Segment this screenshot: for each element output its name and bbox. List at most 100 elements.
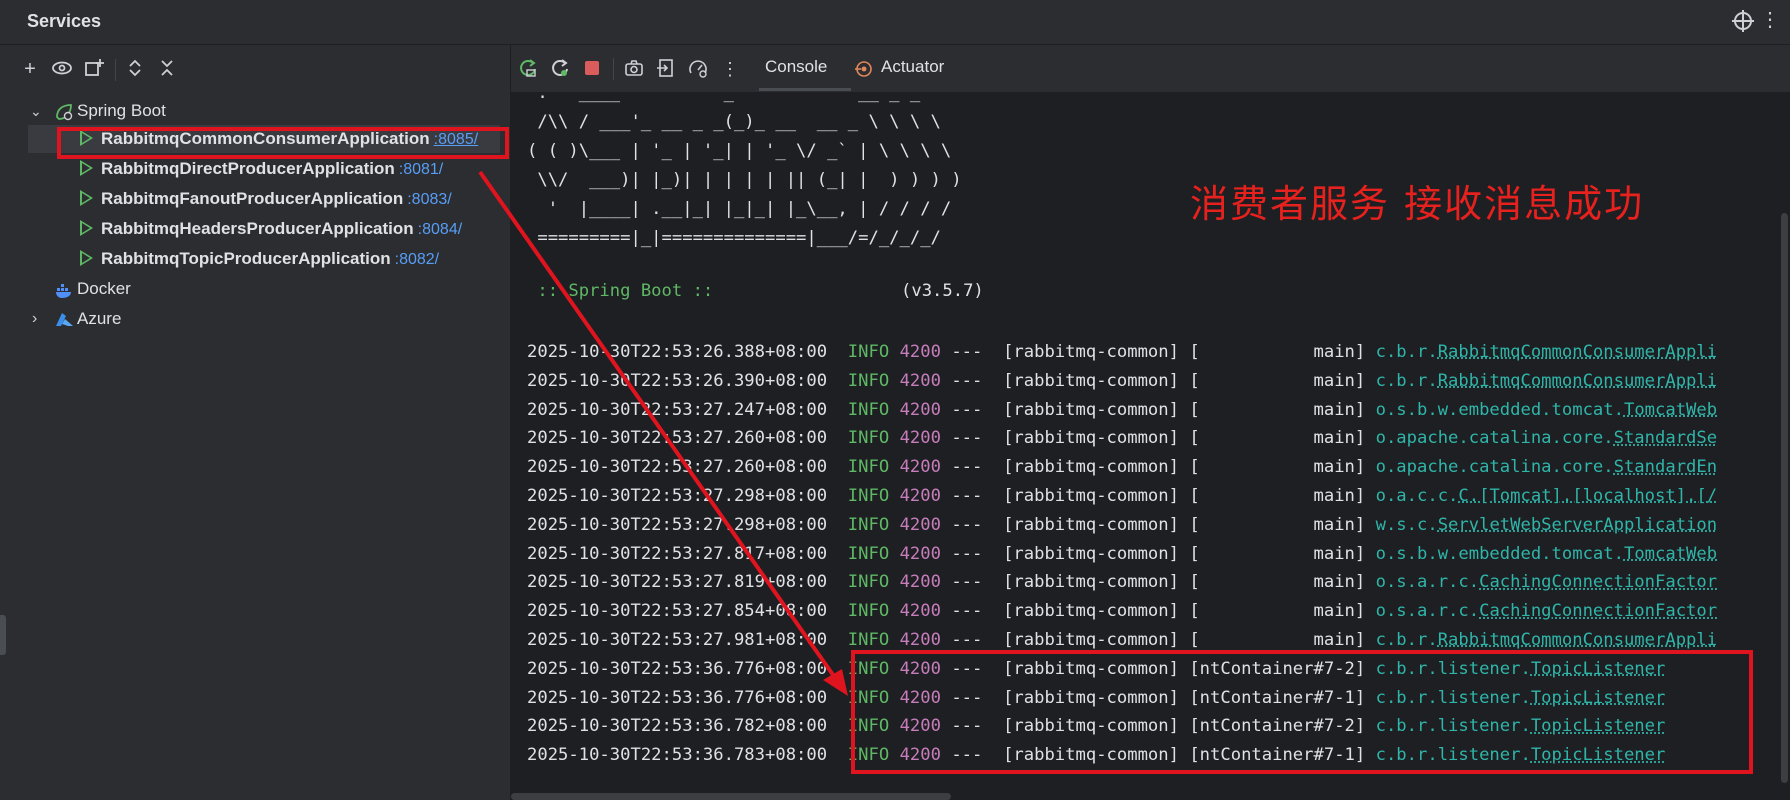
restart-icon[interactable] [549,58,571,80]
tab-actuator[interactable]: Actuator [881,57,944,77]
tab-console[interactable]: Console [765,57,827,77]
tree-node-docker[interactable]: Docker [30,275,500,303]
crosshair-icon[interactable] [1732,10,1754,32]
log-thread: --- [rabbitmq-common] [ main] [951,457,1366,478]
tree-node-app[interactable]: RabbitmqCommonConsumerApplication:8085/ [28,125,500,153]
log-logger: w.s.c.ServletWebServerApplication [1376,515,1717,535]
banner-line: /\\ / ___'_ __ _ _(_)_ __ __ _ \ \ \ \ [527,112,941,132]
logger-class-link[interactable]: StandardEn [1614,457,1717,477]
logger-class-link[interactable]: CachingConnectionFactor [1479,572,1717,592]
logger-class-link[interactable]: TomcatWeb [1624,544,1717,564]
log-level: INFO [847,543,890,564]
plus-icon[interactable]: + [18,57,42,81]
logger-class-link[interactable]: CachingConnectionFactor [1479,601,1717,621]
chevron-down-icon[interactable]: ⌄ [30,97,42,125]
logger-class-link[interactable]: RabbitmqCommonConsumerAppli [1438,342,1717,362]
tree-node-azure[interactable]: › Azure [30,305,500,333]
tree-node-app[interactable]: RabbitmqTopicProducerApplication:8082/ [28,245,500,273]
logger-class-link[interactable]: RabbitmqCommonConsumerAppli [1438,630,1717,650]
camera-icon[interactable] [623,58,645,80]
log-timestamp: 2025-10-30T22:53:27.247+08:00 [527,399,828,420]
app-name: RabbitmqFanoutProducerApplication [101,189,404,208]
log-thread: --- [rabbitmq-common] [ntContainer#7-1] [951,687,1366,708]
vertical-scrollbar[interactable] [1778,93,1790,783]
tree-node-spring-boot[interactable]: ⌄ Spring Boot [30,97,500,125]
log-line: 2025-10-30T22:53:26.388+08:00 INFO 4200 … [527,338,1717,366]
log-logger: o.s.a.r.c.CachingConnectionFactor [1376,601,1717,621]
log-pid: 4200 [899,428,941,449]
log-thread: --- [rabbitmq-common] [ main] [951,370,1366,391]
tree-node-app[interactable]: RabbitmqDirectProducerApplication:8081/ [28,155,500,183]
log-level: INFO [847,342,890,362]
log-level: INFO [847,716,890,737]
side-handle[interactable] [0,615,6,655]
tree-node-app[interactable]: RabbitmqHeadersProducerApplication:8084/ [28,215,500,243]
log-timestamp: 2025-10-30T22:53:36.782+08:00 [527,716,828,737]
tree-node-app[interactable]: RabbitmqFanoutProducerApplication:8083/ [28,185,500,213]
logger-class-link[interactable]: StandardSe [1614,428,1717,448]
logger-class-link[interactable]: C.[Tomcat].[localhost].[/ [1458,486,1717,506]
gauge-icon[interactable] [687,58,709,80]
logger-class-link[interactable]: TopicListener [1531,688,1666,708]
log-timestamp: 2025-10-30T22:53:36.776+08:00 [527,658,828,679]
log-timestamp: 2025-10-30T22:53:36.776+08:00 [527,687,828,708]
port-link[interactable]: :8083/ [407,191,451,208]
port-link[interactable]: :8081/ [399,161,443,178]
log-logger: c.b.r.RabbitmqCommonConsumerAppli [1376,371,1717,391]
tree-label-spring-boot: Spring Boot [77,101,166,120]
logger-class-link[interactable]: RabbitmqCommonConsumerAppli [1438,371,1717,391]
log-logger: o.s.b.w.embedded.tomcat.TomcatWeb [1376,544,1718,564]
logger-class-link[interactable]: TopicListener [1531,659,1666,679]
azure-icon [54,310,74,339]
boot-version: (v3.5.7) [901,281,984,301]
chevron-right-icon[interactable]: › [32,305,37,333]
more-options-icon[interactable]: ⋮ [1760,10,1780,30]
collapse-all-icon[interactable] [155,57,179,81]
log-timestamp: 2025-10-30T22:53:27.819+08:00 [527,572,828,593]
log-pid: 4200 [899,486,941,506]
port-link[interactable]: :8085/ [434,131,478,148]
services-tree-panel: + ⌄ Spring Boot RabbitmqCommonConsumerAp… [0,45,511,800]
log-logger: c.b.r.listener.TopicListener [1376,688,1666,708]
logger-package: c.b.r. [1375,630,1438,650]
vertical-scroll-thumb[interactable] [1781,213,1788,783]
log-level: INFO [847,370,890,391]
log-thread: --- [rabbitmq-common] [ main] [951,486,1366,506]
services-toolbar: + [0,45,510,92]
log-level: INFO [847,745,890,766]
logger-class-link[interactable]: TopicListener [1531,745,1666,765]
log-line: 2025-10-30T22:53:36.782+08:00 INFO 4200 … [527,712,1665,740]
log-pid: 4200 [899,687,941,708]
logger-class-link[interactable]: TomcatWeb [1624,400,1717,420]
log-timestamp: 2025-10-30T22:53:27.981+08:00 [527,630,828,650]
port-link[interactable]: :8082/ [395,251,439,268]
banner-line: \\/ ___)| |_)| | | | | || (_| | ) ) ) ) [527,170,962,190]
rerun-icon[interactable] [517,58,539,80]
log-level: INFO [847,486,890,506]
log-line: 2025-10-30T22:53:27.247+08:00 INFO 4200 … [527,396,1717,424]
stop-icon[interactable] [581,58,603,80]
more-icon[interactable]: ⋮ [719,58,741,80]
log-pid: 4200 [899,658,941,679]
logger-class-link[interactable]: ServletWebServerApplication [1438,515,1717,535]
exit-icon[interactable] [655,58,677,80]
expand-all-icon[interactable] [123,57,147,81]
log-thread: --- [rabbitmq-common] [ntContainer#7-2] [951,658,1366,679]
log-pid: 4200 [899,572,941,593]
log-level: INFO [847,428,890,449]
log-pid: 4200 [899,745,941,766]
log-thread: --- [rabbitmq-common] [ main] [951,572,1366,593]
log-thread: --- [rabbitmq-common] [ main] [951,601,1366,622]
add-group-icon[interactable] [82,57,106,81]
horizontal-scroll-thumb[interactable] [511,793,951,800]
logger-class-link[interactable]: TopicListener [1531,716,1666,736]
eye-icon[interactable] [50,57,74,81]
log-line: 2025-10-30T22:53:27.981+08:00 INFO 4200 … [527,626,1717,654]
console-toolbar: ⋮ Console Actuator [511,45,1790,93]
log-level: INFO [847,658,890,679]
log-logger: o.a.c.c.C.[Tomcat].[localhost].[/ [1376,486,1718,506]
tab-active-indicator [759,88,851,91]
port-link[interactable]: :8084/ [418,221,462,238]
log-timestamp: 2025-10-30T22:53:27.817+08:00 [527,543,828,564]
log-thread: --- [rabbitmq-common] [ main] [951,342,1366,362]
